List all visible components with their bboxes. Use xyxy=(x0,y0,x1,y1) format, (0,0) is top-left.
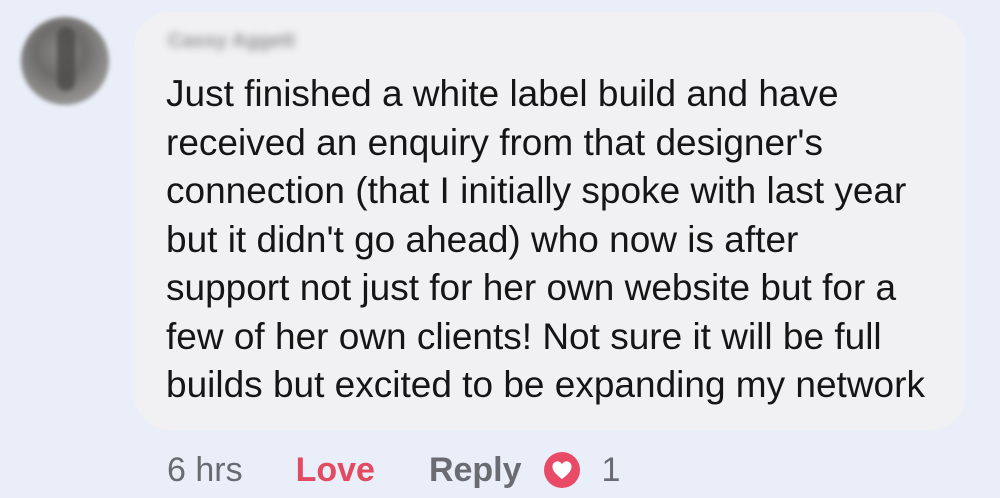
comment-text-line: few of her own clients! Not sure it will… xyxy=(166,315,882,357)
comment-text-line: support not just for her own website but… xyxy=(166,267,897,308)
heart-icon xyxy=(543,452,580,488)
comment-text-line: Just finished a white label build and ha… xyxy=(166,73,839,114)
comment-text-line: builds but excited to be expanding my ne… xyxy=(166,364,925,405)
comment-text: Just finished a white label build and ha… xyxy=(166,70,956,410)
comment-actions: 6 hrs Love Reply 1 xyxy=(167,448,620,492)
comment-author[interactable]: Cassy Aggett xyxy=(168,30,295,56)
comment-text-line: connection (that I initially spoke with … xyxy=(166,170,907,211)
reply-button[interactable]: Reply xyxy=(429,451,522,490)
reaction-count: 1 xyxy=(601,450,621,489)
comment-text-line: received an enquiry from that designer's xyxy=(166,121,823,163)
avatar-figure xyxy=(57,27,75,91)
avatar[interactable] xyxy=(21,17,109,105)
comment-timestamp[interactable]: 6 hrs xyxy=(167,451,243,490)
love-button[interactable]: Love xyxy=(296,451,375,490)
comment-text-line: but it didn't go ahead) who now is after xyxy=(166,218,799,260)
reaction-summary[interactable]: 1 xyxy=(543,450,621,490)
